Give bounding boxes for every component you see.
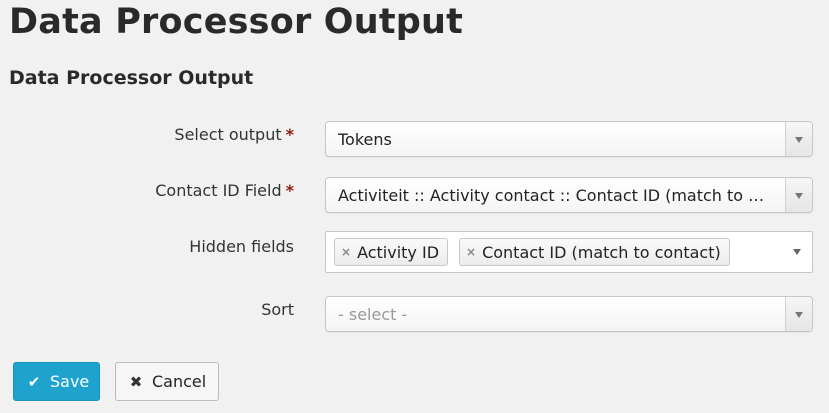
- chevron-down-icon: [795, 193, 803, 199]
- section-title: Data Processor Output: [9, 67, 254, 89]
- chevron-down-icon: [795, 137, 803, 143]
- cancel-button[interactable]: ✖ Cancel: [115, 362, 219, 401]
- contact-id-field-label-text: Contact ID Field: [155, 181, 282, 200]
- chip-label: Activity ID: [357, 242, 440, 262]
- hidden-field-chip: × Activity ID: [334, 238, 449, 266]
- sort-arrow[interactable]: [785, 297, 812, 331]
- select-output-dropdown[interactable]: Tokens: [325, 121, 813, 157]
- sort-label: Sort: [261, 299, 294, 321]
- contact-id-field-dropdown[interactable]: Activiteit :: Activity contact :: Contac…: [325, 177, 813, 213]
- hidden-fields-multiselect[interactable]: × Activity ID × Contact ID (match to con…: [325, 231, 813, 273]
- sort-dropdown[interactable]: - select -: [325, 296, 813, 332]
- close-icon: ✖: [129, 372, 143, 391]
- cancel-button-label: Cancel: [152, 372, 207, 391]
- select-output-arrow[interactable]: [785, 122, 812, 156]
- select-output-label: Select output *: [174, 124, 294, 146]
- hidden-fields-label-text: Hidden fields: [189, 237, 294, 256]
- contact-id-field-value: Activiteit :: Activity contact :: Contac…: [338, 186, 772, 205]
- select-output-value: Tokens: [338, 130, 392, 149]
- remove-icon[interactable]: ×: [341, 246, 351, 258]
- check-icon: ✔: [27, 372, 41, 391]
- required-marker: *: [285, 125, 294, 144]
- sort-label-text: Sort: [261, 300, 294, 319]
- save-button[interactable]: ✔ Save: [13, 362, 100, 401]
- sort-placeholder: - select -: [338, 305, 408, 324]
- chevron-down-icon: [795, 312, 803, 318]
- hidden-field-chip: × Contact ID (match to contact): [459, 238, 730, 266]
- save-button-label: Save: [50, 372, 90, 391]
- required-marker: *: [285, 181, 294, 200]
- hidden-fields-label: Hidden fields: [189, 236, 294, 258]
- contact-id-field-arrow[interactable]: [785, 178, 812, 212]
- remove-icon[interactable]: ×: [466, 246, 476, 258]
- page: Data Processor Output Data Processor Out…: [0, 0, 829, 413]
- select-output-label-text: Select output: [174, 125, 282, 144]
- contact-id-field-label: Contact ID Field *: [155, 180, 294, 202]
- page-title: Data Processor Output: [9, 2, 464, 42]
- chevron-down-icon[interactable]: [793, 249, 801, 255]
- chip-label: Contact ID (match to contact): [482, 242, 721, 262]
